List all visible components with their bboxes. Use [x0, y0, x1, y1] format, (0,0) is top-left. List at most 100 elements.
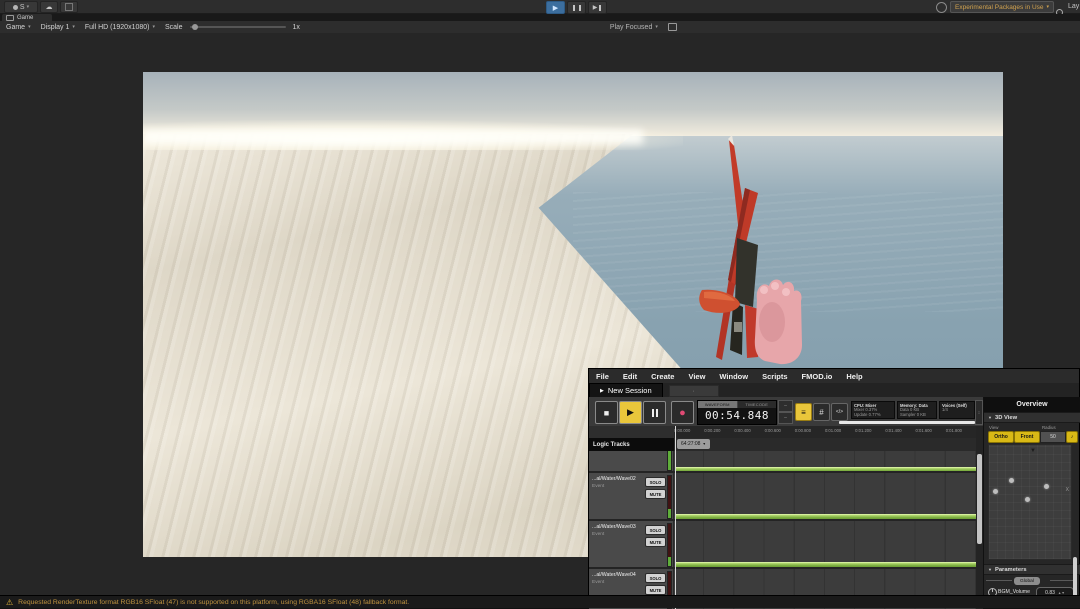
step-button[interactable]: ▶ [588, 1, 607, 14]
grid-button[interactable] [60, 1, 78, 13]
sound-source-dot [1009, 478, 1014, 483]
logic-tracks-label: Logic Tracks [589, 438, 674, 451]
overview-panel: Overview ▼ 3D View View Radius Ortho Fro… [983, 397, 1079, 608]
ruler-tick: 0:01.800 [946, 426, 976, 438]
view-label: View [989, 425, 998, 430]
step-icon: ▶ [593, 4, 598, 11]
voices-stat-panel[interactable]: Voices (Self) 1/4 [939, 401, 975, 419]
scale-slider[interactable] [190, 26, 286, 28]
preview-packages-icon[interactable] [936, 2, 947, 13]
menu-window[interactable]: Window [712, 372, 755, 381]
sound-source-dot [1025, 497, 1030, 502]
radius-value[interactable]: 50 [1040, 431, 1066, 443]
display-dropdown[interactable]: Display 1 ▾ [41, 24, 75, 31]
chevron-down-icon: ▾ [27, 4, 30, 10]
mute-button[interactable]: MUTE [645, 489, 666, 499]
ruler-tick: 0:00.600 [765, 426, 795, 438]
time-display: WAVEFORM TIMECODE 00:54.848 [697, 400, 777, 425]
scale-slider-knob[interactable] [192, 24, 198, 30]
follow-button[interactable]: – [778, 412, 793, 424]
tracks-view-button[interactable]: ≡ [795, 403, 812, 421]
section-3d-view[interactable]: ▼ 3D View [984, 412, 1080, 423]
menu-scripts[interactable]: Scripts [755, 372, 794, 381]
play-focused-dropdown[interactable]: Play Focused ▾ [610, 24, 658, 31]
loop-button[interactable]: – [778, 400, 793, 412]
track-lane[interactable] [674, 473, 976, 519]
account-label: S [20, 4, 25, 11]
track-row[interactable]: ...al/Water/Wave03 Event SOLO MUTE [589, 519, 976, 567]
ruler-corner [589, 426, 674, 438]
master-level-meter [839, 421, 975, 424]
solo-button[interactable]: SOLO [645, 477, 666, 487]
cloud-button[interactable]: ☁ [40, 1, 58, 13]
pause-button-fmod[interactable] [643, 401, 666, 424]
api-capture-button[interactable]: </> [831, 403, 848, 421]
solo-button[interactable]: SOLO [645, 525, 666, 535]
resolution-dropdown[interactable]: Full HD (1920x1080) ▾ [85, 24, 155, 31]
transport-resize-handle[interactable]: ↕ [975, 400, 983, 425]
track-lane[interactable] [674, 521, 976, 567]
record-button[interactable]: ● [671, 401, 694, 424]
layers-dropdown[interactable]: Lay [1068, 3, 1079, 10]
menu-fmod-io[interactable]: FMOD.io [795, 372, 840, 381]
section-parameters[interactable]: ▼ Parameters [984, 564, 1080, 575]
scale-value: 1x [293, 24, 300, 31]
player-hand-with-scissors [660, 120, 860, 370]
track-meter [667, 451, 672, 471]
grid-icon: # [819, 408, 823, 417]
pause-button[interactable] [567, 1, 586, 14]
account-button[interactable]: S ▾ [4, 1, 38, 13]
menu-help[interactable]: Help [839, 372, 869, 381]
timeline-marker[interactable]: 64:27:08 ▼ [677, 439, 710, 449]
status-bar[interactable]: ⚠ Requested RenderTexture format RGB16 S… [0, 595, 1080, 608]
caret-down-icon: ▼ [988, 567, 992, 572]
audition-button[interactable]: ♪ [1066, 431, 1078, 443]
radius-label: Radius [1042, 425, 1056, 430]
play-button-fmod[interactable]: ▶ [619, 401, 642, 424]
track-name: ...al/Water/Wave04 [592, 572, 636, 578]
timecode-value: 00:54.848 [698, 408, 776, 423]
chevron-down-icon: ▾ [1047, 4, 1050, 10]
play-button[interactable]: ▶ [546, 1, 565, 14]
timecode-toggle[interactable]: TIMECODE [737, 401, 777, 408]
grid-icon [65, 3, 73, 11]
3d-view-canvas[interactable]: ▼ X [988, 444, 1072, 560]
memory-stat-panel[interactable]: Memory: Data Data 0 KB Sampler 0 KB [897, 401, 937, 419]
track-row[interactable]: ...al/Water/Wave02 Event SOLO MUTE [589, 471, 976, 519]
cpu-stat-panel[interactable]: CPU: Mixer Mixer 0.37% Update 0.77% [851, 401, 895, 419]
add-tab-button[interactable]: · [669, 385, 719, 397]
stop-button[interactable]: ■ [595, 401, 618, 424]
solo-button[interactable]: SOLO [645, 573, 666, 583]
capture-button[interactable] [668, 23, 677, 31]
pause-icon [652, 409, 654, 417]
mute-button[interactable]: MUTE [645, 537, 666, 547]
triangle-right-icon: ▶ [600, 388, 604, 394]
waveform-toggle[interactable]: WAVEFORM [698, 401, 737, 408]
chevron-down-icon: ▾ [28, 24, 31, 30]
experimental-packages-button[interactable]: Experimental Packages in Use ▾ [950, 1, 1054, 13]
track-meter [667, 523, 672, 567]
scale-label: Scale [165, 24, 183, 31]
front-button[interactable]: Front [1014, 431, 1040, 443]
play-icon: ▶ [553, 4, 558, 12]
ruler-tick: 0:00.000 [674, 426, 704, 438]
game-view-menu[interactable]: Game ▾ [6, 24, 31, 31]
record-icon: ● [679, 407, 686, 419]
tracks-scrollbar-thumb[interactable] [977, 454, 982, 544]
menu-file[interactable]: File [589, 372, 616, 381]
menu-view[interactable]: View [681, 372, 712, 381]
chevron-down-icon: ▾ [152, 24, 155, 30]
time-mode-toggles: WAVEFORM TIMECODE [698, 401, 776, 408]
table-view-button[interactable]: # [813, 403, 830, 421]
horizon-glare [143, 130, 643, 144]
camera-icon [668, 23, 677, 31]
mute-button[interactable]: MUTE [645, 585, 666, 595]
playhead[interactable] [675, 426, 676, 609]
menu-edit[interactable]: Edit [616, 372, 644, 381]
ortho-button[interactable]: Ortho [988, 431, 1014, 443]
tab-game-window[interactable]: Game [2, 14, 52, 21]
tab-new-session[interactable]: ▶ New Session [589, 383, 663, 397]
sound-source-dot [993, 489, 998, 494]
tracks-scrollbar[interactable] [976, 426, 983, 609]
menu-create[interactable]: Create [644, 372, 681, 381]
